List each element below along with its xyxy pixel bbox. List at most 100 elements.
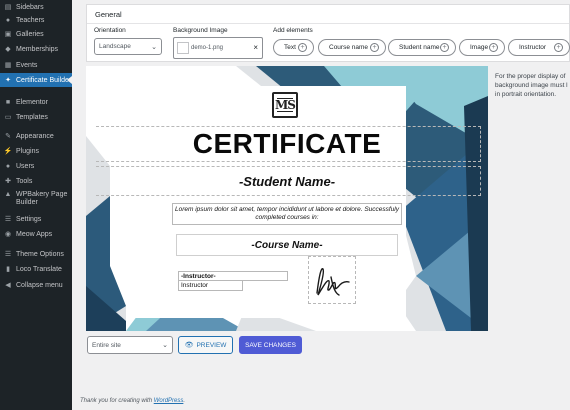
certificate-canvas[interactable]: MS CERTIFICATE -Student Name- Lorem ipsu… <box>86 66 488 331</box>
certificate-description[interactable]: Lorem ipsum dolor sit amet, tempor incid… <box>174 206 400 222</box>
image-thumbnail <box>177 42 189 54</box>
tools-icon: ✚ <box>5 178 11 185</box>
elementor-icon: ■ <box>5 98 11 106</box>
instructor-name-box[interactable]: Instructor <box>178 280 243 291</box>
scope-value: Entire site <box>92 341 121 349</box>
sidebar-item-label: Settings <box>16 215 42 223</box>
plus-icon: + <box>554 43 563 52</box>
plus-icon: + <box>489 43 498 52</box>
sidebar-item-wpbakery[interactable]: ▲ WPBakery Page Builder <box>0 189 72 209</box>
teachers-icon: ● <box>5 16 11 24</box>
student-name[interactable]: -Student Name- <box>86 174 488 189</box>
sidebar-item-label: Collapse menu <box>16 281 63 289</box>
sidebar-item-galleries[interactable]: ▣ Galleries <box>0 27 72 41</box>
sidebar-item-label: Meow Apps <box>16 230 53 238</box>
sidebar-item-label: Events <box>16 61 38 69</box>
chip-label: Text <box>284 44 296 51</box>
note-line: in portrait orientation. <box>495 91 557 98</box>
add-elements-label: Add elements <box>273 27 313 34</box>
sidebar-item-label: Galleries <box>16 30 44 38</box>
wordpress-link[interactable]: WordPress <box>154 398 184 404</box>
sidebar-item-label: Teachers <box>16 16 45 24</box>
save-label: SAVE CHANGES <box>245 341 296 349</box>
signature-icon <box>316 268 350 296</box>
sidebar-item-label: WPBakery Page Builder <box>16 191 68 206</box>
sidebar-item-label: Plugins <box>16 147 39 155</box>
plus-icon: + <box>440 43 449 52</box>
sidebar-item-events[interactable]: ▦ Events <box>0 58 72 72</box>
chip-label: Student name <box>399 44 440 51</box>
background-image-label: Background Image <box>173 27 228 34</box>
background-image-field[interactable]: demo-1.png × <box>173 37 263 59</box>
footer-suffix: . <box>183 398 186 404</box>
certificate-logo[interactable]: MS <box>272 92 298 118</box>
note-line: For the proper display of <box>495 73 566 80</box>
add-text-button[interactable]: Text + <box>273 39 314 56</box>
sidebar-item-appearance[interactable]: ✎ Appearance <box>0 129 72 143</box>
galleries-icon: ▣ <box>4 31 12 38</box>
footer-text: Thank you for creating with <box>80 398 154 404</box>
sidebar-item-label: Tools <box>16 177 33 185</box>
chip-label: Course name <box>329 44 369 51</box>
sidebar-item-label: Elementor <box>16 98 48 106</box>
collapse-icon: ◀ <box>5 282 11 289</box>
sidebars-icon: ▤ <box>4 4 12 11</box>
course-name[interactable]: -Course Name- <box>176 234 398 256</box>
sidebar-item-settings[interactable]: ☰ Settings <box>0 212 72 226</box>
orientation-select[interactable]: Landscape ⌄ <box>94 38 162 55</box>
sidebar-item-label: Loco Translate <box>16 265 62 273</box>
sidebar-item-teachers[interactable]: ● Teachers <box>0 13 72 27</box>
certificate-title[interactable]: CERTIFICATE <box>86 128 488 160</box>
eye-icon: 👁 <box>184 342 194 349</box>
signature-image[interactable] <box>308 256 356 304</box>
events-icon: ▦ <box>4 62 12 69</box>
orientation-value: Landscape <box>99 43 131 50</box>
sidebar-item-elementor[interactable]: ■ Elementor <box>0 95 72 109</box>
chevron-down-icon: ⌄ <box>151 44 157 51</box>
plus-icon: + <box>298 43 307 52</box>
panel-divider <box>87 23 569 24</box>
sidebar-item-meow-apps[interactable]: ◉ Meow Apps <box>0 227 72 241</box>
sidebar-item-sidebars[interactable]: ▤ Sidebars <box>0 0 72 14</box>
sidebar-item-theme-options[interactable]: ☰ Theme Options <box>0 247 72 261</box>
sidebar-item-tools[interactable]: ✚ Tools <box>0 174 72 188</box>
sidebar-item-label: Memberships <box>16 45 59 53</box>
save-changes-button[interactable]: SAVE CHANGES <box>239 336 302 354</box>
add-image-button[interactable]: Image + <box>459 39 505 56</box>
admin-footer: Thank you for creating with WordPress. <box>80 398 185 404</box>
sidebar-item-loco-translate[interactable]: ▮ Loco Translate <box>0 262 72 276</box>
preview-button[interactable]: 👁 PREVIEW <box>178 336 233 354</box>
sidebar-item-users[interactable]: ● Users <box>0 159 72 173</box>
sidebar-item-label: Sidebars <box>16 3 44 11</box>
plus-icon: + <box>370 43 379 52</box>
sidebar-item-certificate-builder[interactable]: ✦ Certificate Builder <box>0 73 72 87</box>
sidebar-item-label: Theme Options <box>16 250 64 258</box>
general-panel: General Orientation Landscape ⌄ Backgrou… <box>86 4 570 62</box>
meow-icon: ◉ <box>4 231 12 238</box>
remove-image-icon[interactable]: × <box>253 43 258 52</box>
sidebar-item-collapse-menu[interactable]: ◀ Collapse menu <box>0 278 72 292</box>
sidebar-item-label: Certificate Builder <box>16 76 72 84</box>
logo-text: MS <box>275 98 296 112</box>
add-instructor-button[interactable]: Instructor + <box>508 39 570 56</box>
theme-options-icon: ☰ <box>4 251 12 258</box>
appearance-icon: ✎ <box>5 133 11 140</box>
loco-icon: ▮ <box>6 266 10 273</box>
add-student-name-button[interactable]: Student name + <box>388 39 456 56</box>
sidebar-item-plugins[interactable]: ⚡ Plugins <box>0 144 72 158</box>
wpbakery-icon: ▲ <box>4 191 12 198</box>
memberships-icon: ◆ <box>5 46 11 53</box>
scope-select[interactable]: Entire site ⌄ <box>87 336 173 354</box>
add-course-name-button[interactable]: Course name + <box>318 39 386 56</box>
panel-title: General <box>95 10 122 19</box>
sidebar-item-label: Appearance <box>16 132 54 140</box>
orientation-note: For the proper display of background ima… <box>495 72 570 99</box>
note-line: background image must l <box>495 82 568 89</box>
sidebar-item-memberships[interactable]: ◆ Memberships <box>0 42 72 56</box>
sidebar-item-templates[interactable]: ▭ Templates <box>0 110 72 124</box>
templates-icon: ▭ <box>4 114 12 121</box>
sidebar-item-label: Users <box>16 162 35 170</box>
plugins-icon: ⚡ <box>3 148 13 155</box>
background-file-name: demo-1.png <box>191 45 224 51</box>
chevron-down-icon: ⌄ <box>162 342 168 349</box>
